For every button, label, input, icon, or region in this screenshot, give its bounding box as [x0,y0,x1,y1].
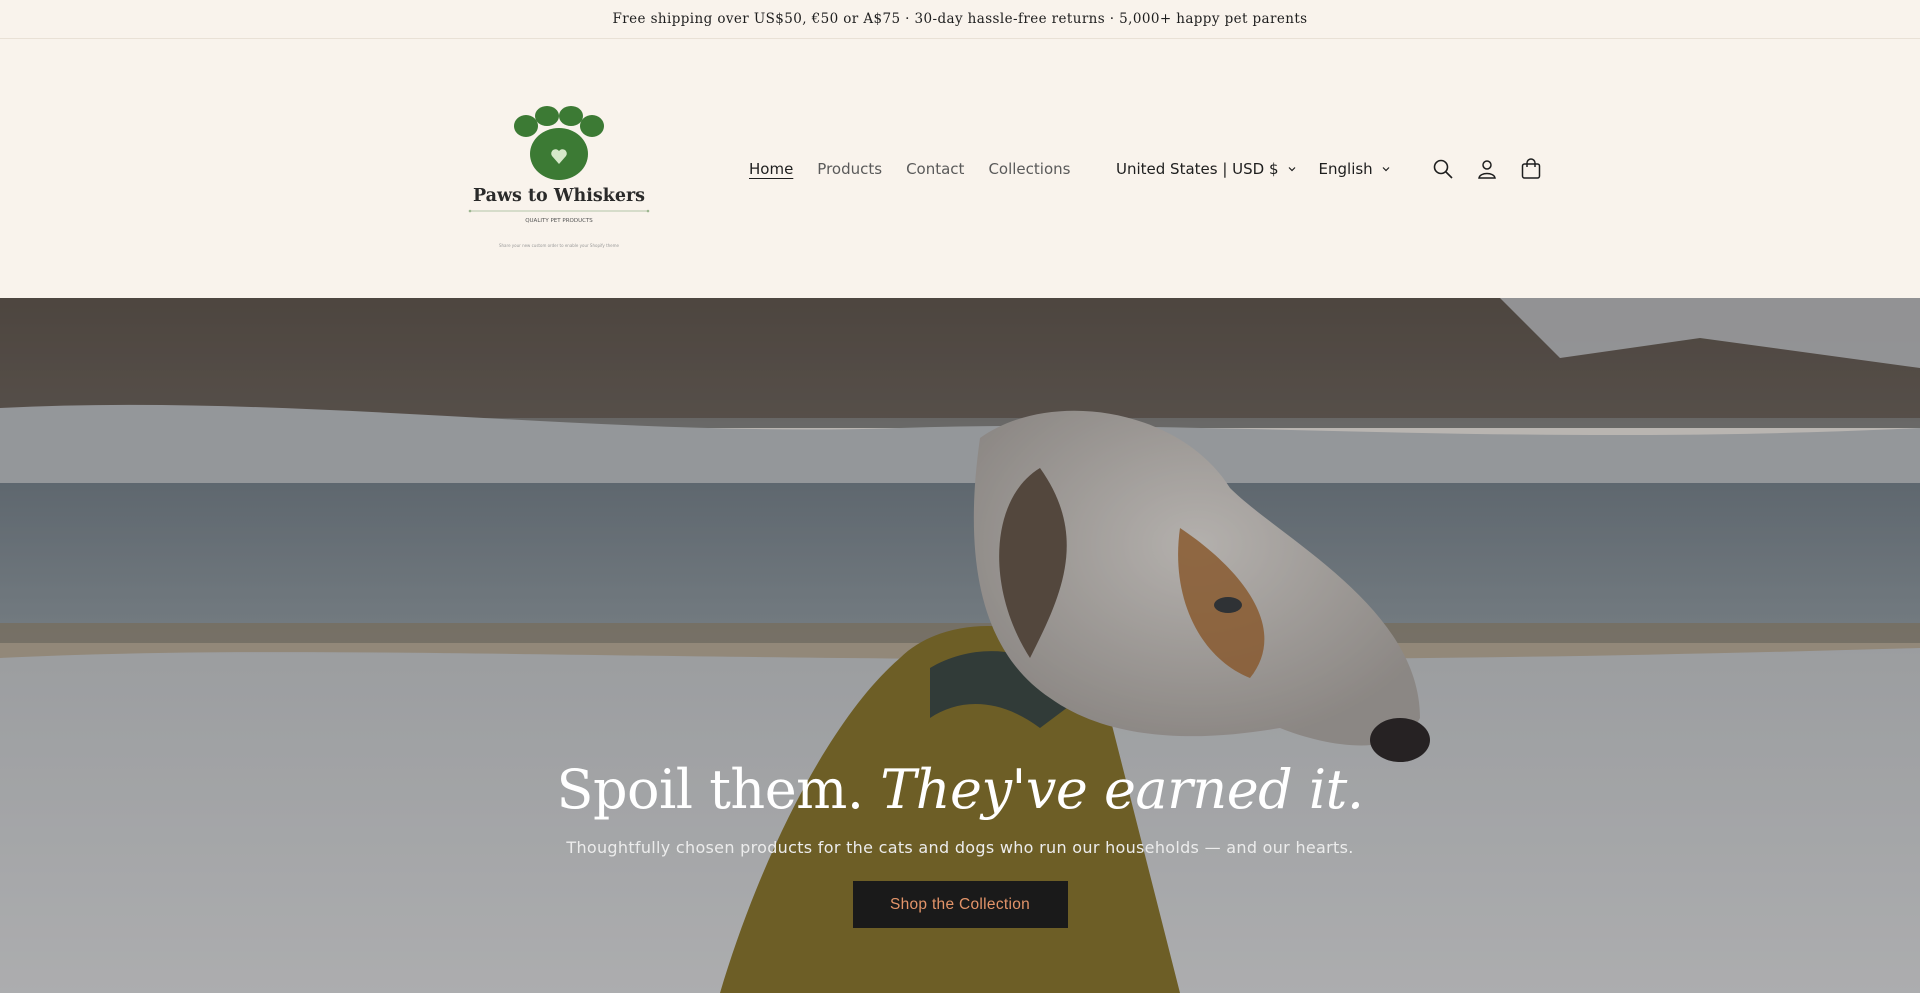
nav-item-collections[interactable]: Collections [988,157,1070,181]
header-utilities: United States | USD $ English [1116,155,1545,183]
cart-button[interactable] [1517,155,1545,183]
logo-tagline: QUALITY PET PRODUCTS [525,218,593,224]
nav-item-products[interactable]: Products [817,157,882,181]
paw-logo-icon: Paws to Whiskers QUALITY PET PRODUCTS Sh… [468,106,650,248]
brand-logo[interactable]: Paws to Whiskers QUALITY PET PRODUCTS Sh… [466,103,652,253]
account-button[interactable] [1473,155,1501,183]
hero-title-plain: Spoil them. [556,758,864,821]
chevron-down-icon [1382,167,1390,172]
nav-item-home[interactable]: Home [749,157,793,181]
site-header: Paws to Whiskers QUALITY PET PRODUCTS Sh… [0,39,1920,298]
language-selector[interactable]: English [1319,160,1391,178]
hero-content: Spoil them. They've earned it. Thoughtfu… [0,758,1920,928]
country-label: United States | USD $ [1116,160,1279,178]
logo-name: Paws to Whiskers [473,186,645,206]
announcement-text: Free shipping over US$50, €50 or A$75 · … [612,11,1308,27]
hero-title: Spoil them. They've earned it. [0,758,1920,822]
account-icon [1477,160,1496,179]
cart-icon [1521,158,1540,179]
shop-collection-button[interactable]: Shop the Collection [852,881,1068,928]
logo-fine-print: Share your new custom order to enable yo… [499,243,620,248]
search-button[interactable] [1429,155,1457,183]
hero-subtitle: Thoughtfully chosen products for the cat… [566,838,1354,857]
language-label: English [1318,160,1373,178]
announcement-bar: Free shipping over US$50, €50 or A$75 · … [0,0,1920,39]
hero-banner: Spoil them. They've earned it. Thoughtfu… [0,298,1920,993]
chevron-down-icon [1288,167,1295,172]
country-selector[interactable]: United States | USD $ [1116,160,1297,178]
main-nav: Home Products Contact Collections [749,157,1070,181]
nav-item-contact[interactable]: Contact [906,157,964,181]
search-icon [1433,159,1453,179]
hero-title-italic: They've earned it. [880,758,1364,821]
